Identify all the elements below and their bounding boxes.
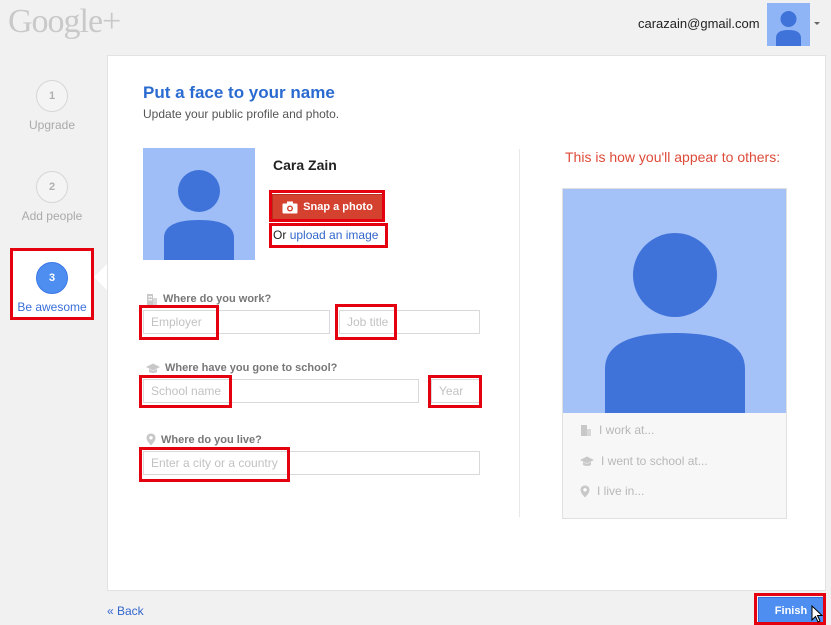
account-email[interactable]: carazain@gmail.com bbox=[638, 16, 760, 31]
person-icon bbox=[164, 170, 234, 260]
step-pointer bbox=[94, 264, 107, 290]
employer-input[interactable]: Employer bbox=[143, 310, 330, 334]
profile-name: Cara Zain bbox=[273, 157, 337, 173]
location-pin-icon bbox=[580, 485, 590, 497]
page-title: Put a face to your name bbox=[143, 83, 335, 102]
preview-live-row: I live in... bbox=[580, 484, 644, 498]
work-question: Where do you work? bbox=[146, 293, 271, 305]
school-question: Where have you gone to school? bbox=[146, 362, 337, 374]
preview-work-text: I work at... bbox=[599, 423, 655, 437]
job-title-input[interactable]: Job title bbox=[339, 310, 480, 334]
work-question-text: Where do you work? bbox=[163, 293, 272, 305]
back-link[interactable]: « Back bbox=[107, 604, 144, 618]
live-question-text: Where do you live? bbox=[161, 433, 262, 446]
preview-work-row: I work at... bbox=[580, 423, 654, 437]
year-input[interactable]: Year bbox=[431, 379, 480, 403]
upload-line: Or upload an image bbox=[273, 228, 378, 242]
person-icon bbox=[776, 11, 801, 46]
step-label: Add people bbox=[21, 209, 83, 223]
step-upgrade[interactable]: 1 Upgrade bbox=[10, 80, 94, 132]
account-avatar[interactable] bbox=[767, 3, 810, 46]
preview-school-row: I went to school at... bbox=[580, 454, 708, 468]
profile-preview-card: I work at... I went to school at... I li… bbox=[562, 188, 787, 519]
page-subtitle: Update your public profile and photo. bbox=[143, 107, 340, 121]
person-icon bbox=[605, 233, 745, 413]
step-add-people[interactable]: 2 Add people bbox=[10, 171, 94, 223]
graduation-cap-icon bbox=[146, 363, 160, 373]
step-be-awesome[interactable]: 3 Be awesome bbox=[10, 251, 94, 317]
google-plus-logo[interactable]: Google+ bbox=[8, 3, 121, 41]
step-number: 2 bbox=[36, 171, 68, 203]
step-label: Be awesome bbox=[17, 300, 87, 314]
location-pin-icon bbox=[146, 433, 156, 446]
upload-image-link[interactable]: upload an image bbox=[290, 228, 379, 242]
profile-photo-placeholder bbox=[143, 148, 255, 260]
preview-photo bbox=[563, 189, 786, 413]
snap-photo-button[interactable]: Snap a photo bbox=[272, 194, 383, 220]
city-input[interactable]: Enter a city or a country bbox=[143, 451, 480, 475]
step-label: Upgrade bbox=[28, 118, 76, 132]
step-number: 1 bbox=[36, 80, 68, 112]
school-question-text: Where have you gone to school? bbox=[165, 362, 338, 374]
account-dropdown-caret-icon[interactable] bbox=[814, 22, 820, 25]
step-number: 3 bbox=[36, 262, 68, 294]
upload-prefix: Or bbox=[273, 228, 287, 242]
camera-icon bbox=[282, 201, 298, 213]
building-icon bbox=[147, 294, 157, 305]
vertical-divider bbox=[519, 149, 520, 517]
mouse-cursor-icon bbox=[811, 605, 823, 623]
preview-live-text: I live in... bbox=[597, 484, 645, 498]
live-question: Where do you live? bbox=[146, 433, 262, 446]
snap-photo-label: Snap a photo bbox=[303, 201, 373, 213]
preview-school-text: I went to school at... bbox=[601, 454, 708, 468]
preview-heading: This is how you'll appear to others: bbox=[565, 149, 781, 165]
building-icon bbox=[581, 425, 591, 436]
school-name-input[interactable]: School name bbox=[143, 379, 419, 403]
graduation-cap-icon bbox=[580, 456, 594, 466]
